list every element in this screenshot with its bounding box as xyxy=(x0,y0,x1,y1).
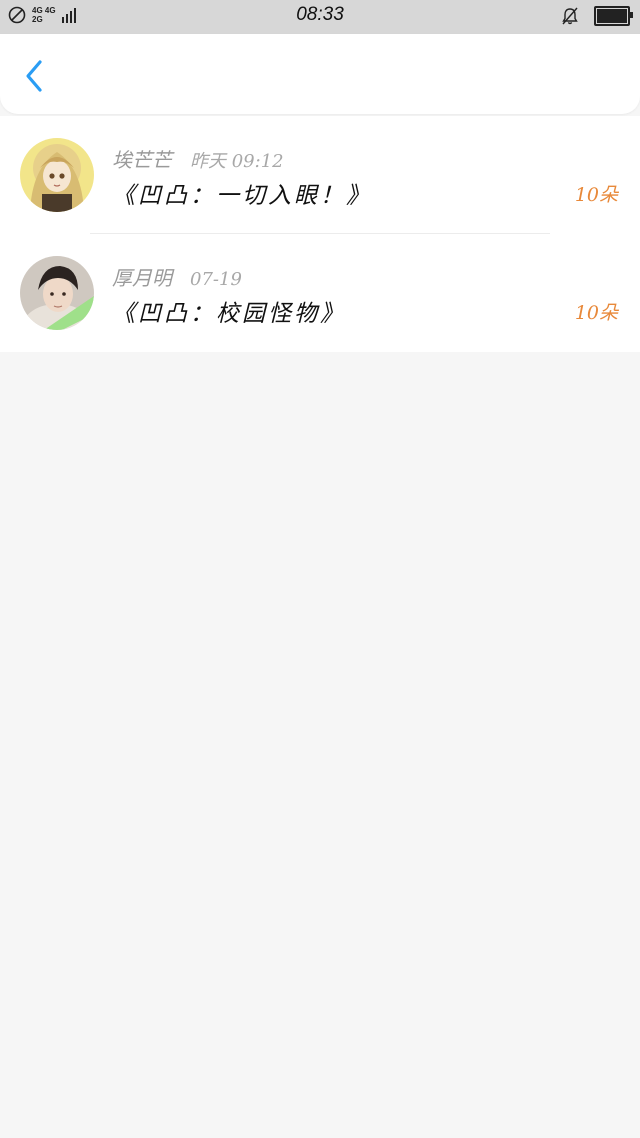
message-title: 《凹凸：校园怪物》 xyxy=(112,301,346,327)
timestamp: 07-19 xyxy=(190,269,242,290)
back-button[interactable] xyxy=(14,54,54,98)
status-bar: 4G 4G 2G 08:33 xyxy=(0,0,640,34)
list-item[interactable]: 厚月明 07-19 《凹凸：校园怪物》 10朵 xyxy=(0,234,640,352)
avatar[interactable] xyxy=(20,138,94,212)
sender-line: 厚月明 07-19 xyxy=(112,262,242,291)
battery-icon xyxy=(594,6,633,26)
sender-line: 埃芒芒 昨天 09:12 xyxy=(112,144,284,173)
message-title: 《凹凸：一切入眼！》 xyxy=(112,183,372,209)
flower-count: 10朵 xyxy=(574,184,618,206)
list-item[interactable]: 埃芒芒 昨天 09:12 《凹凸：一切入眼！》 10朵 xyxy=(0,116,640,234)
bell-muted-icon xyxy=(562,7,578,25)
status-right xyxy=(560,6,633,26)
sender-name: 厚月明 xyxy=(112,266,172,290)
message-list: 埃芒芒 昨天 09:12 《凹凸：一切入眼！》 10朵 厚月明 07-19 《凹… xyxy=(0,116,640,352)
header-bar xyxy=(0,34,640,114)
sender-name: 埃芒芒 xyxy=(112,148,172,172)
flower-count: 10朵 xyxy=(574,302,618,324)
chevron-left-icon xyxy=(26,60,42,92)
status-time: 08:33 xyxy=(296,4,344,25)
avatar-image xyxy=(20,256,94,330)
avatar-image xyxy=(20,138,94,212)
avatar[interactable] xyxy=(20,256,94,330)
timestamp: 昨天 09:12 xyxy=(190,151,284,172)
